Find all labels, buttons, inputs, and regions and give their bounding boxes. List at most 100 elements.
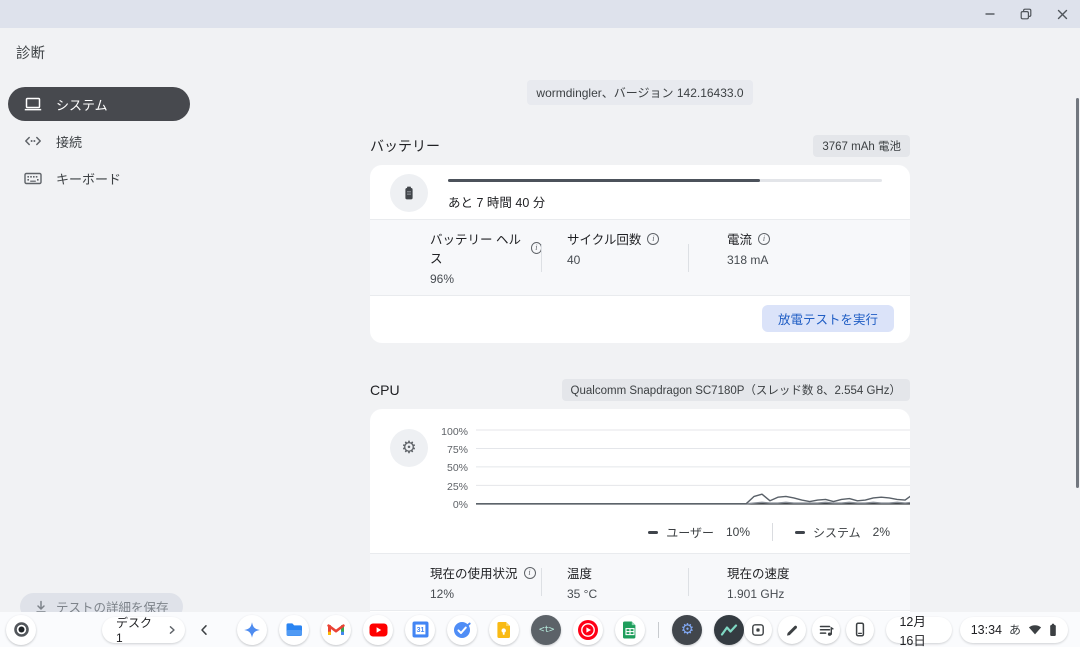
stat-label: 電流: [727, 229, 752, 248]
restore-button[interactable]: [1018, 6, 1034, 22]
launcher-icon: [13, 621, 30, 638]
close-icon: [1057, 9, 1068, 20]
svg-text:31: 31: [417, 627, 425, 634]
main-content: wormdingler、バージョン 142.16433.0 バッテリー 3767…: [200, 28, 1080, 612]
board-version-chip: wormdingler、バージョン 142.16433.0: [527, 80, 752, 105]
battery-section-title: バッテリー: [370, 136, 440, 156]
legend-value: 2%: [873, 525, 890, 539]
page-title: 診断: [16, 42, 190, 63]
battery-time-remaining: あと 7 時間 40 分: [448, 192, 882, 211]
y-tick: 0%: [453, 499, 468, 511]
legend-label: システム: [813, 524, 861, 541]
chart-legend: ユーザー 10% システム 2%: [370, 513, 910, 553]
info-icon[interactable]: i: [647, 233, 659, 245]
shelf-apps: 31 <t> ⚙: [237, 615, 744, 645]
date-pill[interactable]: 12月16日: [886, 617, 951, 643]
minimize-button[interactable]: [982, 6, 998, 22]
app-youtube-music[interactable]: [573, 615, 603, 645]
stat-value: 40: [567, 253, 689, 267]
battery-icon: [390, 174, 428, 212]
sidebar-item-system[interactable]: システム: [8, 87, 190, 121]
tray-shortcuts-button[interactable]: [744, 616, 772, 644]
title-bar: [0, 0, 1080, 28]
settings-gear-icon: ⚙: [681, 622, 694, 637]
sidebar-item-label: 接続: [56, 132, 82, 151]
cpu-section: CPU Qualcomm Snapdragon SC7180P（スレッド数 8、…: [370, 379, 910, 647]
restore-icon: [1020, 8, 1032, 20]
sidebar: 診断 システム 接続 キーボード: [0, 28, 200, 612]
sidebar-item-label: キーボード: [56, 169, 121, 188]
cpu-model-chip: Qualcomm Snapdragon SC7180P（スレッド数 8、2.55…: [562, 379, 910, 401]
stat-value: 1.901 GHz: [727, 587, 910, 601]
sheets-icon: [623, 621, 637, 639]
stat-value: 318 mA: [727, 253, 910, 267]
stat-label: 現在の使用状況: [430, 563, 518, 582]
tray-media-controls-button[interactable]: [812, 616, 840, 644]
app-youtube[interactable]: [363, 615, 393, 645]
keyboard-icon: [24, 170, 42, 186]
app-calendar[interactable]: 31: [405, 615, 435, 645]
cpu-stats-row: 現在の使用状況i 12% 温度 35 °C 現在の速度: [370, 553, 910, 611]
app-sheets[interactable]: [615, 615, 645, 645]
scrollbar[interactable]: [1076, 98, 1079, 488]
shelf-back-button[interactable]: [199, 624, 209, 636]
laptop-icon: [24, 96, 42, 112]
app-gemini[interactable]: [237, 615, 267, 645]
y-tick: 25%: [447, 481, 468, 493]
legend-swatch-user: [648, 531, 658, 534]
desk-label: デスク 1: [116, 614, 159, 645]
chevron-left-icon: [199, 624, 209, 636]
system-tray-pill[interactable]: 13:34 あ: [960, 617, 1068, 643]
battery-capacity-chip: 3767 mAh 電池: [813, 135, 910, 157]
media-playlist-icon: [819, 623, 834, 637]
app-text-editor[interactable]: <t>: [531, 615, 561, 645]
stat-value: 12%: [430, 587, 542, 601]
app-keep-note[interactable]: [489, 615, 519, 645]
diagnostics-window: 診断 システム 接続 キーボード: [0, 0, 1080, 647]
cpu-section-title: CPU: [370, 382, 400, 398]
calendar-icon: 31: [412, 621, 429, 638]
run-discharge-test-button[interactable]: 放電テストを実行: [762, 305, 894, 332]
battery-stats-row: バッテリー ヘルスi 96% サイクル回数i 40 電流i: [370, 219, 910, 296]
ime-indicator: あ: [1009, 621, 1021, 638]
shelf: デスク 1 31: [0, 612, 1080, 647]
chart-y-axis: 100% 75% 50% 25% 0%: [432, 430, 468, 505]
ethernet-icon: [24, 133, 42, 149]
desk-switcher[interactable]: デスク 1: [102, 617, 185, 643]
tray-phone-hub-button[interactable]: [846, 616, 874, 644]
legend-label: ユーザー: [666, 524, 714, 541]
battery-card: あと 7 時間 40 分 バッテリー ヘルスi 96% サイクル回数i: [370, 165, 910, 343]
stat-label: バッテリー ヘルス: [430, 229, 525, 267]
date-label: 12月16日: [899, 611, 938, 647]
cpu-usage-chart: 100% 75% 50% 25% 0%: [432, 429, 910, 505]
clock-label: 13:34: [971, 623, 1002, 637]
y-tick: 50%: [447, 462, 468, 474]
legend-swatch-system: [795, 531, 805, 534]
youtube-music-icon: [577, 619, 599, 641]
launcher-button[interactable]: [6, 615, 36, 645]
app-files[interactable]: [279, 615, 309, 645]
app-diagnostics[interactable]: [714, 615, 744, 645]
y-tick: 75%: [447, 444, 468, 456]
minimize-icon: [984, 8, 996, 20]
note-icon: [497, 621, 511, 639]
sidebar-item-label: システム: [56, 95, 108, 114]
sidebar-item-connectivity[interactable]: 接続: [8, 124, 190, 158]
close-button[interactable]: [1054, 6, 1070, 22]
text-editor-icon: <t>: [539, 625, 554, 635]
stat-value: 96%: [430, 272, 542, 286]
legend-value: 10%: [726, 525, 750, 539]
tray-stylus-button[interactable]: [778, 616, 806, 644]
app-gmail[interactable]: [321, 615, 351, 645]
info-icon[interactable]: i: [524, 567, 536, 579]
chevron-right-icon: [167, 625, 177, 635]
legend-divider: [772, 523, 773, 541]
stylus-icon: [785, 623, 799, 637]
shortcuts-icon: [751, 623, 765, 637]
gear-glyph: ⚙: [401, 440, 416, 457]
app-tasks-check[interactable]: [447, 615, 477, 645]
app-settings[interactable]: ⚙: [672, 615, 702, 645]
sidebar-item-keyboard[interactable]: キーボード: [8, 161, 190, 195]
stat-value: 35 °C: [567, 587, 689, 601]
info-icon[interactable]: i: [758, 233, 770, 245]
